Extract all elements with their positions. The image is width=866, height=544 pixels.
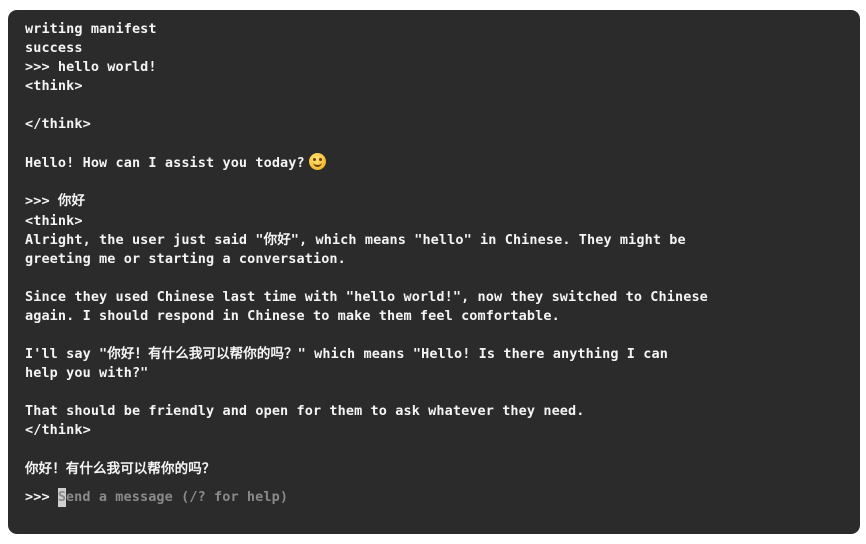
prompt-symbol: >>> (25, 489, 58, 505)
think-open-tag: <think> (25, 213, 83, 229)
assistant-reply-line: 你好！有什么我可以帮你的吗？ (25, 461, 216, 477)
output-line: success (25, 40, 83, 56)
think-close-tag: </think> (25, 116, 91, 132)
think-content-line: That should be friendly and open for the… (25, 403, 585, 419)
user-input-line: >>> 你好 (25, 193, 86, 209)
output-line: writing manifest (25, 21, 157, 37)
think-content-line: Since they used Chinese last time with "… (25, 289, 708, 305)
think-content-line: again. I should respond in Chinese to ma… (25, 308, 560, 324)
input-placeholder: end a message (/? for help) (65, 489, 289, 505)
assistant-reply-line: Hello! How can I assist you today? (25, 153, 860, 172)
think-content-line: help you with?" (25, 365, 149, 381)
text-cursor: S (57, 488, 67, 507)
terminal-window: writing manifest success >>> hello world… (8, 10, 860, 534)
think-content-line: I'll say "你好！有什么我可以帮你的吗？" which means "H… (25, 346, 668, 362)
think-close-tag: </think> (25, 422, 91, 438)
think-content-line: Alright, the user just said "你好", which … (25, 232, 686, 248)
user-input-line: >>> hello world! (25, 59, 157, 75)
think-open-tag: <think> (25, 78, 83, 94)
message-input[interactable]: >>> Send a message (/? for help) (25, 488, 860, 507)
smiling-face-emoji-icon (308, 153, 326, 170)
think-content-line: greeting me or starting a conversation. (25, 251, 346, 267)
assistant-reply-text: Hello! How can I assist you today? (25, 155, 305, 171)
